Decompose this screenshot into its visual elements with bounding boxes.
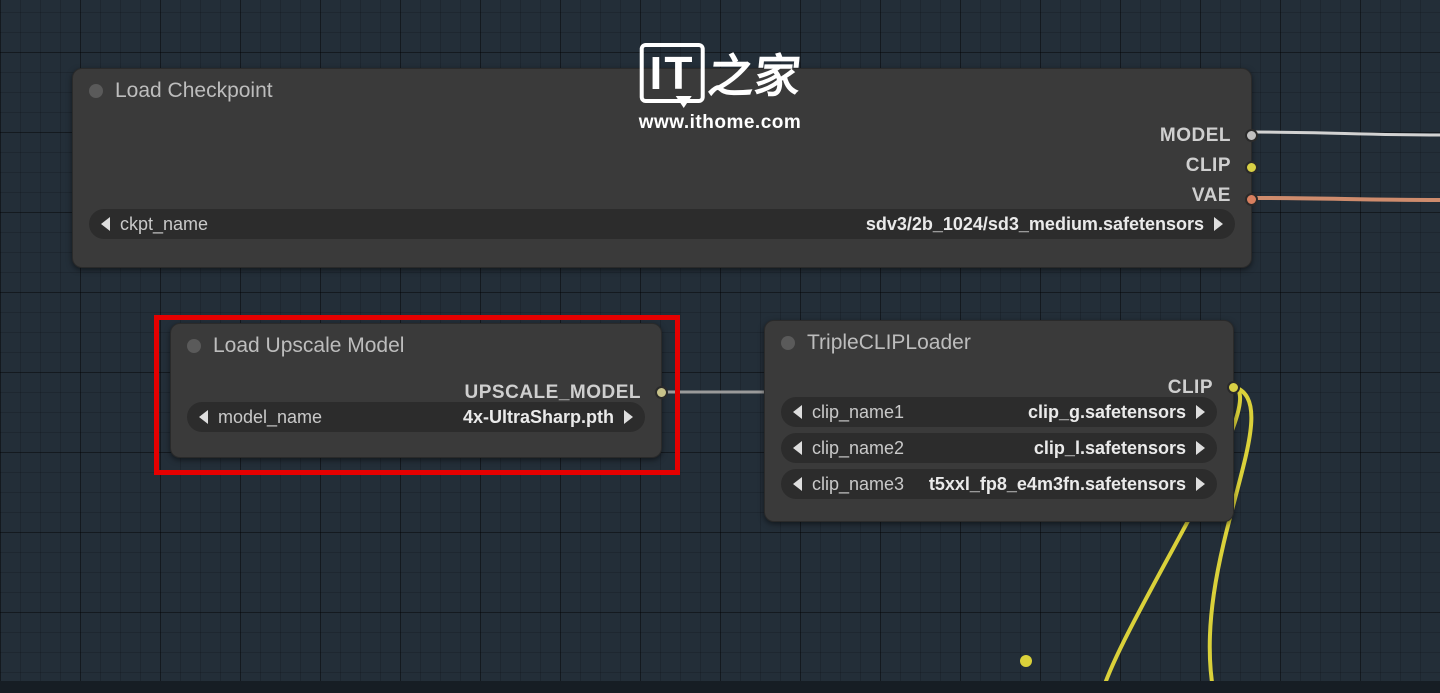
widget-field-name: clip_name2 [812, 438, 904, 459]
chevron-right-icon[interactable] [1196, 405, 1205, 419]
node-load-upscale-model[interactable]: Load Upscale Model UPSCALE_MODEL model_n… [170, 323, 662, 458]
node-title: Load Checkpoint [115, 79, 273, 103]
chevron-right-icon[interactable] [1196, 477, 1205, 491]
widget-clip-name2[interactable]: clip_name2 clip_l.safetensors [781, 433, 1217, 463]
chevron-left-icon[interactable] [101, 217, 110, 231]
widget-clip-name1[interactable]: clip_name1 clip_g.safetensors [781, 397, 1217, 427]
node-title: Load Upscale Model [213, 334, 404, 358]
chevron-left-icon[interactable] [793, 441, 802, 455]
chevron-left-icon[interactable] [199, 410, 208, 424]
output-port-upscale-model[interactable] [655, 386, 668, 399]
chevron-right-icon[interactable] [624, 410, 633, 424]
widget-field-name: model_name [218, 407, 322, 428]
widget-ckpt-name[interactable]: ckpt_name sdv3/2b_1024/sd3_medium.safete… [89, 209, 1235, 239]
node-editor-canvas[interactable]: Load Checkpoint MODEL CLIP VAE ckpt_name… [0, 0, 1440, 693]
node-triple-clip-loader[interactable]: TripleCLIPLoader CLIP clip_name1 clip_g.… [764, 320, 1234, 522]
widget-field-value: t5xxl_fp8_e4m3fn.safetensors [929, 474, 1186, 495]
collapse-dot-icon[interactable] [89, 84, 103, 98]
output-port-model[interactable] [1245, 129, 1258, 142]
chevron-right-icon[interactable] [1196, 441, 1205, 455]
node-header[interactable]: Load Checkpoint [73, 69, 1251, 109]
widget-field-value: clip_g.safetensors [1028, 402, 1186, 423]
widget-field-name: clip_name3 [812, 474, 904, 495]
output-label-vae: VAE [1192, 185, 1231, 207]
widget-field-value: sdv3/2b_1024/sd3_medium.safetensors [866, 214, 1204, 235]
bottom-bar [0, 681, 1440, 693]
node-header[interactable]: Load Upscale Model [171, 324, 661, 364]
collapse-dot-icon[interactable] [187, 339, 201, 353]
chevron-right-icon[interactable] [1214, 217, 1223, 231]
output-label-clip: CLIP [1168, 377, 1213, 399]
widget-clip-name3[interactable]: clip_name3 t5xxl_fp8_e4m3fn.safetensors [781, 469, 1217, 499]
node-load-checkpoint[interactable]: Load Checkpoint MODEL CLIP VAE ckpt_name… [72, 68, 1252, 268]
output-port-clip[interactable] [1227, 381, 1240, 394]
output-label-upscale-model: UPSCALE_MODEL [465, 382, 641, 404]
chevron-left-icon[interactable] [793, 477, 802, 491]
node-title: TripleCLIPLoader [807, 331, 971, 355]
output-port-vae[interactable] [1245, 193, 1258, 206]
chevron-left-icon[interactable] [793, 405, 802, 419]
output-label-clip: CLIP [1186, 155, 1231, 177]
widget-field-name: clip_name1 [812, 402, 904, 423]
collapse-dot-icon[interactable] [781, 336, 795, 350]
widget-field-value: clip_l.safetensors [1034, 438, 1186, 459]
output-port-clip[interactable] [1245, 161, 1258, 174]
widget-field-name: ckpt_name [120, 214, 208, 235]
widget-field-value: 4x-UltraSharp.pth [463, 407, 614, 428]
widget-model-name[interactable]: model_name 4x-UltraSharp.pth [187, 402, 645, 432]
node-header[interactable]: TripleCLIPLoader [765, 321, 1233, 361]
output-label-model: MODEL [1160, 125, 1231, 147]
